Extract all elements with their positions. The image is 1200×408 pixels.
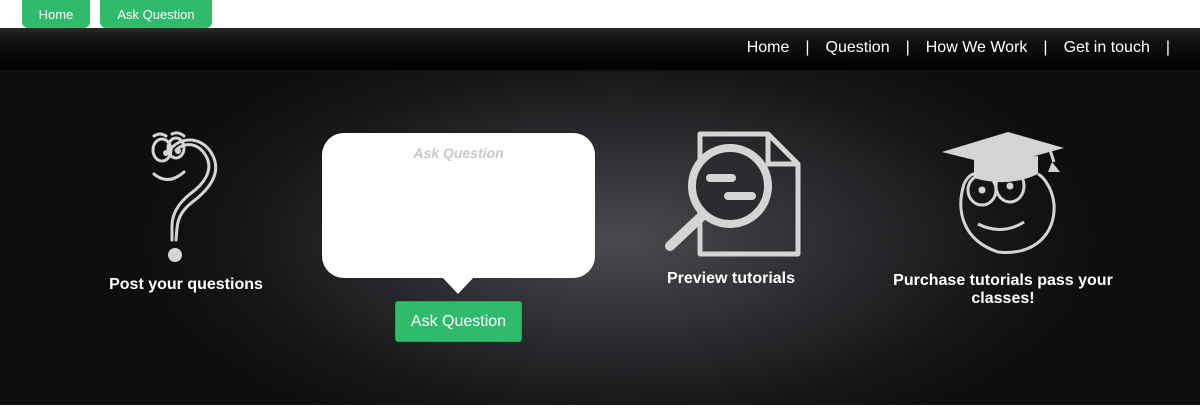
top-tab-ask-question[interactable]: Ask Question: [100, 0, 212, 28]
nav-how-we-work-link[interactable]: How We Work: [926, 39, 1028, 57]
top-tab-home[interactable]: Home: [22, 0, 90, 28]
ask-question-button[interactable]: Ask Question: [395, 301, 522, 342]
magnifier-document-icon: [665, 131, 801, 257]
graduate-face-icon: [942, 132, 1064, 254]
nav-get-in-touch-link[interactable]: Get in touch: [1064, 39, 1150, 57]
ask-question-placeholder: Ask Question: [413, 145, 504, 161]
main-navbar: Home | Question | How We Work | Get in t…: [0, 28, 1200, 70]
nav-question-link[interactable]: Question: [826, 39, 890, 57]
speech-bubble-tail: [442, 277, 474, 294]
question-mark-face-icon: [151, 131, 218, 262]
nav-separator: |: [805, 39, 810, 56]
nav-separator: |: [1165, 39, 1170, 56]
ask-question-textbox[interactable]: Ask Question: [322, 133, 595, 278]
top-tab-bar: Home Ask Question: [0, 0, 1200, 28]
nav-separator: |: [1043, 39, 1048, 56]
feature-preview-label: Preview tutorials: [666, 270, 796, 287]
nav-list: Home | Question | How We Work | Get in t…: [747, 39, 1186, 57]
feature-post-label: Post your questions: [109, 276, 263, 293]
nav-home-link[interactable]: Home: [747, 39, 790, 57]
feature-purchase-label: Purchase tutorials pass your classes!: [893, 272, 1113, 307]
nav-separator: |: [905, 39, 910, 56]
